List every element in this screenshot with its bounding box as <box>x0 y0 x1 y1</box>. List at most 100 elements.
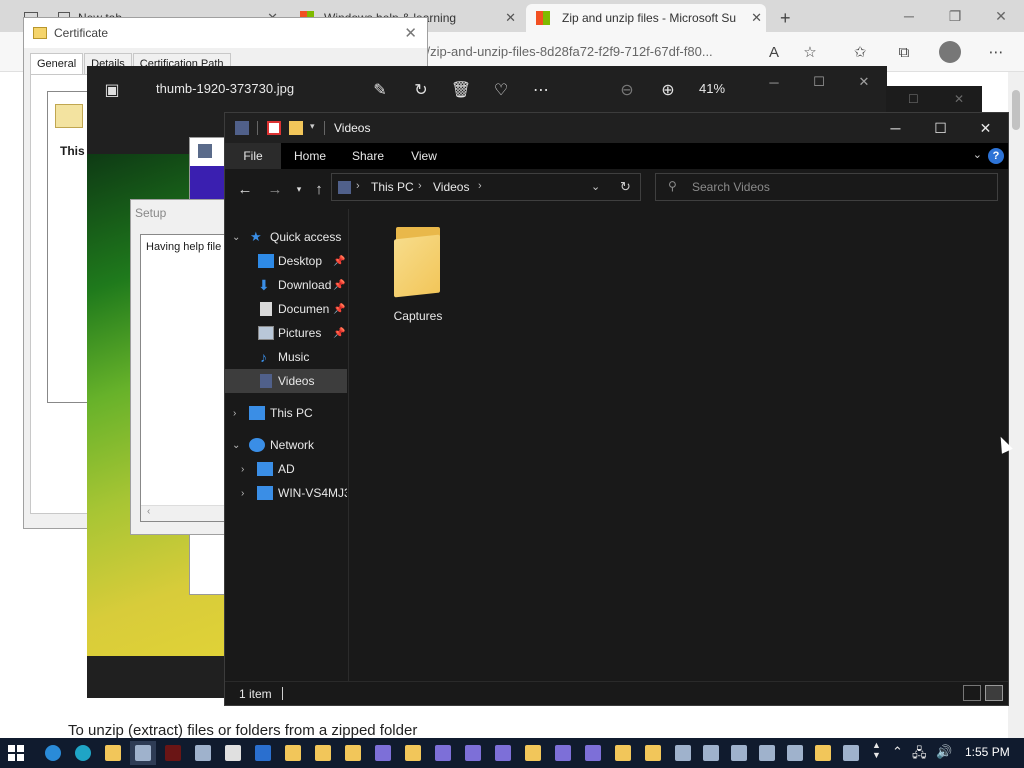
expand-ribbon-icon[interactable]: ⌄ <box>973 148 982 161</box>
close-button[interactable]: ✕ <box>978 0 1024 32</box>
breadcrumb-separator[interactable]: › <box>478 180 482 192</box>
collapse-chevron-icon[interactable]: ⌄ <box>232 440 240 451</box>
taskbar-app-icon[interactable] <box>550 741 576 765</box>
maximize-icon[interactable]: ☐ <box>908 92 919 106</box>
tab-view[interactable]: View <box>399 143 449 169</box>
zoom-out-icon[interactable]: ⊖ <box>615 78 639 102</box>
taskbar-app-icon[interactable] <box>190 741 216 765</box>
minimize-button[interactable]: ─ <box>751 70 797 94</box>
taskbar-app-icon[interactable] <box>460 741 486 765</box>
rotate-icon[interactable]: ↻ <box>409 78 433 102</box>
scrollbar-thumb[interactable] <box>1012 90 1020 130</box>
sidebar-item-desktop[interactable]: Desktop 📌 <box>225 249 347 273</box>
expand-chevron-icon[interactable]: › <box>241 488 244 499</box>
taskbar-app-icon[interactable] <box>370 741 396 765</box>
folder-item[interactable]: Captures <box>386 223 450 327</box>
breadcrumb-separator[interactable]: › <box>356 180 360 192</box>
breadcrumb-separator[interactable]: › <box>418 180 422 192</box>
close-button[interactable]: ✕ <box>841 70 887 94</box>
address-dropdown-icon[interactable]: ⌄ <box>591 180 600 193</box>
refresh-icon[interactable]: ↻ <box>620 179 631 195</box>
search-box[interactable]: ⚲ <box>655 173 998 201</box>
properties-icon[interactable] <box>267 121 281 135</box>
taskbar-app-icon[interactable] <box>160 741 186 765</box>
taskbar-app-icon[interactable] <box>430 741 456 765</box>
customize-toolbar-icon[interactable]: ▾ <box>310 121 315 132</box>
sidebar-item-network[interactable]: ⌄ Network <box>225 433 347 457</box>
breadcrumb-videos[interactable]: Videos <box>433 180 469 194</box>
folder-window-icon[interactable] <box>280 741 306 765</box>
folder-window-icon[interactable] <box>810 741 836 765</box>
sidebar-item-ad[interactable]: › AD <box>225 457 347 481</box>
network-tray-icon[interactable]: 🖧 <box>912 744 927 766</box>
close-icon[interactable]: ✕ <box>404 24 417 42</box>
new-tab-button[interactable]: + <box>770 4 798 32</box>
see-all-photos-icon[interactable]: ▣ <box>100 78 124 102</box>
restore-button[interactable]: ❐ <box>932 0 978 32</box>
taskbar-app-icon[interactable] <box>754 741 780 765</box>
windows-start-icon[interactable] <box>8 745 24 761</box>
settings-more-icon[interactable]: ⋯ <box>984 40 1008 64</box>
sidebar-item-music[interactable]: ♪ Music <box>225 345 347 369</box>
read-aloud-icon[interactable]: A <box>762 40 786 64</box>
maximize-button[interactable]: ☐ <box>796 70 842 94</box>
page-scrollbar[interactable] <box>1008 72 1024 738</box>
more-options-icon[interactable]: ⋯ <box>529 78 553 102</box>
maximize-button[interactable]: ☐ <box>918 113 963 143</box>
taskbar-app-icon[interactable] <box>782 741 808 765</box>
folder-window-icon[interactable] <box>520 741 546 765</box>
tab-general[interactable]: General <box>30 53 84 75</box>
edit-image-icon[interactable]: ✎ <box>368 78 392 102</box>
edge-icon[interactable] <box>70 741 96 765</box>
sidebar-item-downloads[interactable]: ⬇ Download 📌 <box>225 273 347 297</box>
close-icon[interactable]: ✕ <box>954 92 964 106</box>
large-icons-view-icon[interactable] <box>985 685 1003 701</box>
profile-avatar[interactable] <box>938 40 962 64</box>
zoom-in-icon[interactable]: ⊕ <box>656 78 680 102</box>
expand-chevron-icon[interactable]: › <box>233 408 236 419</box>
help-icon[interactable]: ? <box>988 148 1004 164</box>
taskbar-scroll-icon[interactable]: ▲ ▼ <box>872 740 881 760</box>
sidebar-item-pictures[interactable]: Pictures 📌 <box>225 321 347 345</box>
7zip-icon[interactable] <box>220 741 246 765</box>
folder-window-icon[interactable] <box>310 741 336 765</box>
taskbar-app-icon[interactable] <box>490 741 516 765</box>
folder-window-icon[interactable] <box>400 741 426 765</box>
sidebar-item-videos[interactable]: Videos <box>225 369 347 393</box>
address-bar[interactable]: › This PC › Videos › ⌄ ↻ <box>331 173 641 201</box>
tab-home[interactable]: Home <box>285 143 335 169</box>
tab-file[interactable]: File <box>225 143 281 169</box>
taskbar-app-icon[interactable] <box>130 741 156 765</box>
breadcrumb-this-pc[interactable]: This PC <box>371 180 414 194</box>
search-input[interactable] <box>692 178 982 196</box>
collections-icon[interactable]: ⧉ <box>892 40 916 64</box>
taskbar-app-icon[interactable] <box>580 741 606 765</box>
taskbar-app-icon[interactable] <box>838 741 864 765</box>
favorites-icon[interactable]: ✩ <box>848 40 872 64</box>
collapse-chevron-icon[interactable]: ⌄ <box>232 232 240 243</box>
close-button[interactable]: ✕ <box>963 113 1008 143</box>
taskbar-app-icon[interactable] <box>670 741 696 765</box>
zoom-level[interactable]: 41% <box>699 81 725 96</box>
sidebar-item-win-vs4mj3[interactable]: › WIN-VS4MJ3 <box>225 481 347 505</box>
sidebar-item-documents[interactable]: Documen 📌 <box>225 297 347 321</box>
sidebar-item-this-pc[interactable]: › This PC <box>225 401 347 425</box>
close-tab-icon[interactable]: ✕ <box>505 10 516 26</box>
folder-window-icon[interactable] <box>640 741 666 765</box>
minimize-button[interactable]: ─ <box>886 0 932 32</box>
forward-arrow-icon[interactable]: → <box>263 177 287 201</box>
volume-icon[interactable]: 🔊 <box>936 744 952 760</box>
favorite-heart-icon[interactable]: ♡ <box>489 78 513 102</box>
tab-share[interactable]: Share <box>343 143 393 169</box>
up-arrow-icon[interactable]: ↑ <box>307 177 331 201</box>
add-favorite-icon[interactable]: ☆ <box>798 40 822 64</box>
back-arrow-icon[interactable]: ← <box>233 177 257 201</box>
horizontal-scrollbar[interactable]: ‹ <box>141 505 225 521</box>
folder-window-icon[interactable] <box>610 741 636 765</box>
close-tab-icon[interactable]: ✕ <box>751 10 762 26</box>
details-view-icon[interactable] <box>963 685 981 701</box>
address-bar[interactable]: s/zip-and-unzip-files-8d28fa72-f2f9-712f… <box>420 40 750 64</box>
clock[interactable]: 1:55 PM <box>965 745 1010 759</box>
tab-zip-unzip[interactable]: Zip and unzip files - Microsoft Su ✕ <box>526 4 766 32</box>
file-explorer-icon[interactable] <box>100 741 126 765</box>
